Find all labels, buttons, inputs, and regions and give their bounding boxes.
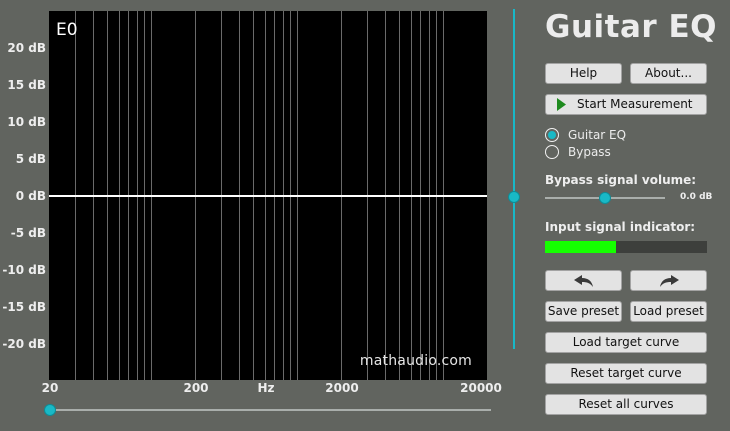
watermark: mathaudio.com bbox=[359, 353, 472, 369]
y-label-minus-10: -10 dB bbox=[2, 263, 46, 277]
gain-slider-track[interactable] bbox=[513, 9, 515, 349]
input-indicator-label: Input signal indicator: bbox=[545, 220, 696, 234]
radio-bypass[interactable] bbox=[545, 145, 559, 159]
y-label-0: 0 dB bbox=[15, 189, 46, 203]
y-label-minus-20: -20 dB bbox=[2, 337, 46, 351]
frequency-slider-track[interactable] bbox=[50, 409, 491, 411]
radio-guitar-eq[interactable] bbox=[545, 128, 559, 142]
start-measurement-button[interactable]: Start Measurement bbox=[545, 94, 707, 115]
eq-plot[interactable]: E0 mathaudio.com bbox=[49, 11, 487, 380]
x-label-hz: Hz bbox=[257, 381, 275, 395]
save-preset-button[interactable]: Save preset bbox=[545, 301, 622, 322]
input-level-meter bbox=[545, 241, 707, 253]
undo-arrow-icon bbox=[574, 275, 593, 287]
eq-plot-svg bbox=[49, 11, 487, 380]
undo-button[interactable] bbox=[545, 270, 622, 291]
input-level-fill bbox=[545, 241, 617, 253]
frequency-slider-handle[interactable] bbox=[44, 404, 56, 416]
load-target-curve-button[interactable]: Load target curve bbox=[545, 332, 707, 353]
redo-arrow-icon bbox=[660, 275, 679, 287]
radio-bypass-label: Bypass bbox=[568, 145, 611, 159]
y-label-15: 15 dB bbox=[7, 78, 46, 92]
y-label-minus-5: -5 dB bbox=[10, 226, 46, 240]
x-label-20000: 20000 bbox=[460, 381, 502, 395]
y-label-5: 5 dB bbox=[15, 152, 46, 166]
x-label-200: 200 bbox=[183, 381, 209, 395]
play-icon bbox=[557, 98, 566, 111]
y-label-minus-15: -15 dB bbox=[2, 300, 46, 314]
about-button[interactable]: About... bbox=[630, 63, 707, 84]
radio-guitar-eq-label: Guitar EQ bbox=[568, 128, 627, 142]
load-preset-button[interactable]: Load preset bbox=[630, 301, 707, 322]
x-label-20: 20 bbox=[41, 381, 59, 395]
reset-target-curve-button[interactable]: Reset target curve bbox=[545, 363, 707, 384]
x-label-2000: 2000 bbox=[325, 381, 359, 395]
start-measurement-label: Start Measurement bbox=[577, 97, 693, 111]
redo-button[interactable] bbox=[630, 270, 707, 291]
y-label-20: 20 dB bbox=[7, 41, 46, 55]
note-label: E0 bbox=[56, 20, 78, 40]
gain-slider-handle[interactable] bbox=[508, 191, 520, 203]
bypass-volume-label: Bypass signal volume: bbox=[545, 173, 697, 187]
bypass-volume-value: 0.0 dB bbox=[680, 192, 713, 202]
reset-all-curves-button[interactable]: Reset all curves bbox=[545, 394, 707, 415]
help-button[interactable]: Help bbox=[545, 63, 622, 84]
y-label-10: 10 dB bbox=[7, 115, 46, 129]
bypass-volume-handle[interactable] bbox=[599, 192, 611, 204]
app-title: Guitar EQ bbox=[545, 9, 717, 45]
